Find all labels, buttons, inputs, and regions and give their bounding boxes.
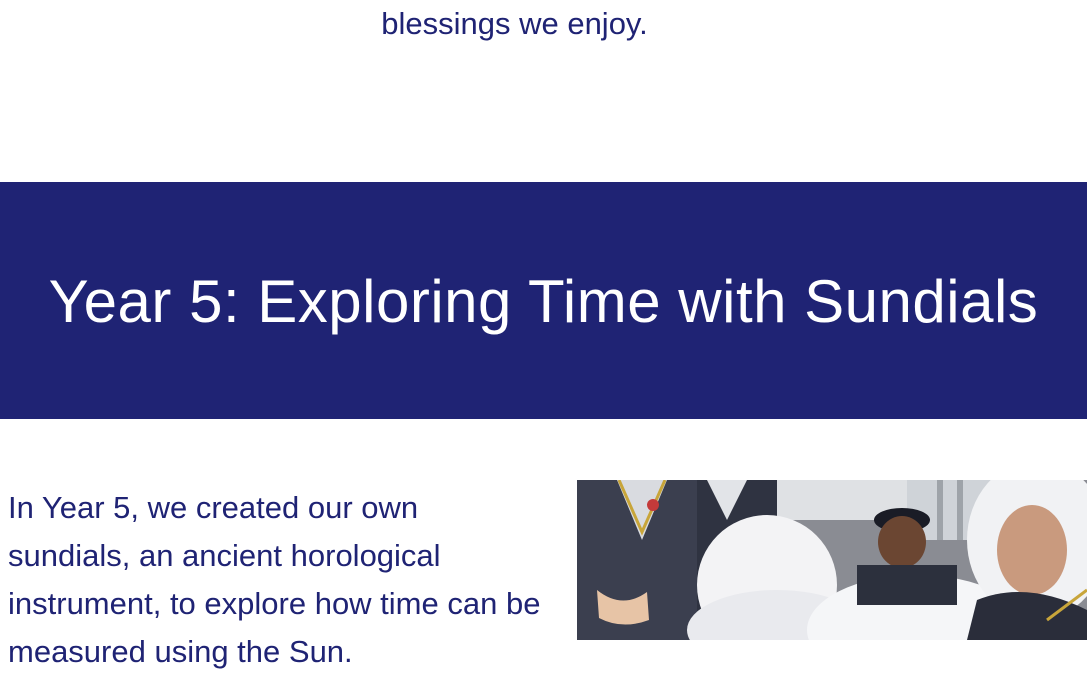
intro-text-tail: blessings we enjoy. <box>381 6 648 41</box>
section-banner: Year 5: Exploring Time with Sundials <box>0 182 1087 419</box>
section-title: Year 5: Exploring Time with Sundials <box>48 267 1039 335</box>
students-sundial-photo <box>577 480 1087 640</box>
section-paragraph: In Year 5, we created our own sundials, … <box>8 490 541 669</box>
students-sundial-photo-graphic <box>577 480 1087 640</box>
section-content: In Year 5, we created our own sundials, … <box>0 480 1087 669</box>
